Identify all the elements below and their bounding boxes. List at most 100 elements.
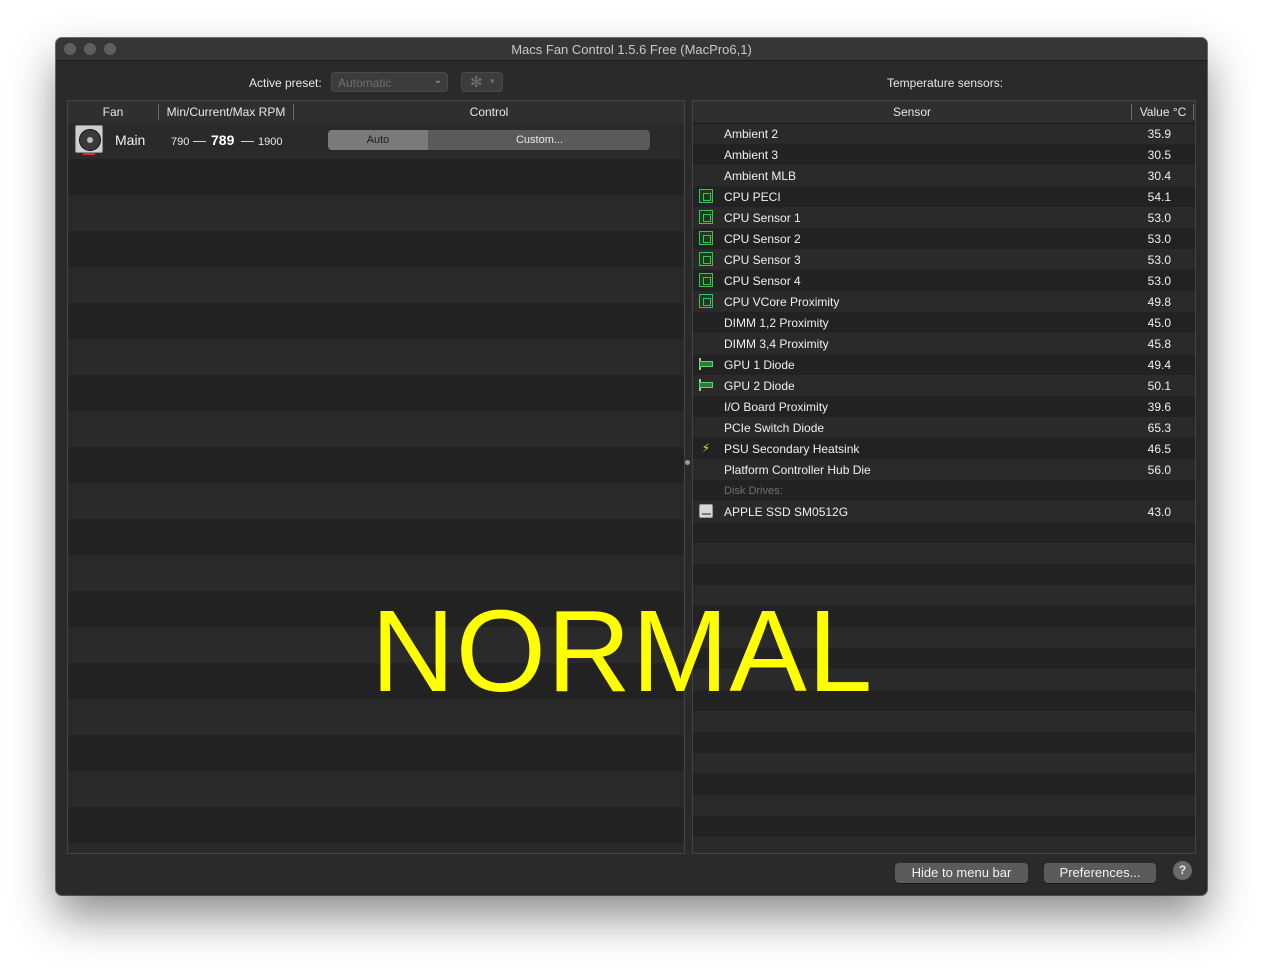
split-view-divider[interactable] bbox=[685, 460, 690, 465]
title-bar[interactable]: Macs Fan Control 1.5.6 Free (MacPro6,1) bbox=[56, 38, 1207, 61]
sensor-row[interactable]: CPU Sensor 1 53.0 bbox=[693, 207, 1195, 228]
sensor-name: CPU Sensor 1 bbox=[724, 211, 801, 225]
cpu-chip-icon bbox=[699, 210, 713, 224]
fan-control-segmented: Auto Custom... bbox=[328, 130, 650, 150]
sensors-table: Sensor Value °C Ambient 2 35.9 Ambient 3 30… bbox=[692, 100, 1196, 854]
rpm-separator: — bbox=[241, 133, 254, 148]
sensor-value: 65.3 bbox=[1147, 421, 1171, 435]
sensor-name: Ambient 2 bbox=[724, 127, 779, 141]
sensor-name: Ambient MLB bbox=[724, 169, 797, 183]
active-preset-label: Active preset: bbox=[249, 76, 322, 90]
sensor-value: 30.4 bbox=[1147, 169, 1171, 183]
help-button[interactable]: ? bbox=[1173, 861, 1192, 880]
column-header-control[interactable]: Control bbox=[294, 105, 684, 119]
sensor-row[interactable]: ⚡ PSU Secondary Heatsink 46.5 bbox=[693, 438, 1195, 459]
sensor-name: GPU 2 Diode bbox=[724, 379, 795, 393]
sensor-value: 53.0 bbox=[1147, 253, 1171, 267]
sensor-value: 56.0 bbox=[1147, 463, 1171, 477]
sensor-row[interactable]: CPU Sensor 4 53.0 bbox=[693, 270, 1195, 291]
cpu-chip-icon bbox=[699, 231, 713, 245]
sensor-value: 54.1 bbox=[1147, 190, 1171, 204]
sensor-row[interactable]: DIMM 1,2 Proximity 45.0 bbox=[693, 312, 1195, 333]
auto-control-button[interactable]: Auto bbox=[328, 130, 428, 150]
sensors-table-header: Sensor Value °C bbox=[693, 101, 1195, 124]
column-header-value[interactable]: Value °C bbox=[1132, 105, 1194, 119]
cpu-chip-icon bbox=[699, 189, 713, 203]
sensor-value: 35.9 bbox=[1147, 127, 1171, 141]
sensor-value: 46.5 bbox=[1147, 442, 1171, 456]
hide-to-menu-bar-button[interactable]: Hide to menu bar bbox=[895, 863, 1028, 883]
window-title: Macs Fan Control 1.5.6 Free (MacPro6,1) bbox=[511, 42, 752, 57]
sensor-value: 45.0 bbox=[1147, 316, 1171, 330]
sensor-value: 53.0 bbox=[1147, 274, 1171, 288]
sensor-row[interactable]: GPU 1 Diode 49.4 bbox=[693, 354, 1195, 375]
fans-table: Fan Min/Current/Max RPM Control Main 790… bbox=[67, 100, 685, 854]
fan-max-rpm: 1900 bbox=[258, 136, 283, 148]
sensor-row[interactable]: Platform Controller Hub Die 56.0 bbox=[693, 459, 1195, 480]
lightning-icon: ⚡ bbox=[701, 441, 711, 455]
fans-table-body bbox=[68, 123, 684, 853]
chevron-down-icon: ⌄ bbox=[433, 75, 442, 86]
cpu-chip-icon bbox=[699, 294, 713, 308]
app-window: Macs Fan Control 1.5.6 Free (MacPro6,1) … bbox=[56, 38, 1207, 895]
sensor-row[interactable]: PCIe Switch Diode 65.3 bbox=[693, 417, 1195, 438]
preferences-button[interactable]: Preferences... bbox=[1044, 863, 1156, 883]
sensor-name: CPU Sensor 3 bbox=[724, 253, 801, 267]
sensor-value: 49.8 bbox=[1147, 295, 1171, 309]
sensor-row[interactable]: CPU PECI 54.1 bbox=[693, 186, 1195, 207]
gear-icon: ✻ bbox=[470, 74, 483, 91]
rpm-separator: — bbox=[193, 133, 206, 148]
sensor-name: Platform Controller Hub Die bbox=[724, 463, 871, 477]
column-separator bbox=[1193, 104, 1194, 120]
temperature-sensors-label: Temperature sensors: bbox=[887, 76, 1004, 90]
sensor-row[interactable]: CPU Sensor 3 53.0 bbox=[693, 249, 1195, 270]
sensor-row[interactable]: CPU Sensor 2 53.0 bbox=[693, 228, 1195, 249]
sensor-name: DIMM 1,2 Proximity bbox=[724, 316, 829, 330]
column-header-sensor[interactable]: Sensor bbox=[693, 105, 1131, 119]
section-label: Disk Drives: bbox=[724, 485, 783, 497]
custom-control-button[interactable]: Custom... bbox=[429, 130, 650, 150]
preset-settings-button[interactable]: ✻ ▾ bbox=[461, 72, 503, 92]
sensor-name: DIMM 3,4 Proximity bbox=[724, 337, 829, 351]
fan-current-rpm: 789 bbox=[211, 132, 235, 148]
column-header-fan[interactable]: Fan bbox=[68, 105, 158, 119]
sensor-value: 43.0 bbox=[1147, 505, 1171, 519]
sensor-name: PSU Secondary Heatsink bbox=[724, 442, 860, 456]
sensor-value: 53.0 bbox=[1147, 211, 1171, 225]
sensor-row[interactable]: DIMM 3,4 Proximity 45.8 bbox=[693, 333, 1195, 354]
active-preset-value: Automatic bbox=[338, 76, 392, 90]
sensor-value: 53.0 bbox=[1147, 232, 1171, 246]
active-preset-select[interactable]: Automatic ⌄ bbox=[331, 72, 448, 92]
sensor-row[interactable]: CPU VCore Proximity 49.8 bbox=[693, 291, 1195, 312]
sensor-name: I/O Board Proximity bbox=[724, 400, 829, 414]
sensor-row[interactable]: APPLE SSD SM0512G 43.0 bbox=[693, 501, 1195, 522]
fan-min-rpm: 790 bbox=[171, 136, 190, 148]
sensor-row[interactable]: Ambient MLB 30.4 bbox=[693, 165, 1195, 186]
sensor-row[interactable]: GPU 2 Diode 50.1 bbox=[693, 375, 1195, 396]
sensor-name: Ambient 3 bbox=[724, 148, 779, 162]
column-header-rpm[interactable]: Min/Current/Max RPM bbox=[159, 105, 293, 119]
sensor-value: 39.6 bbox=[1147, 400, 1171, 414]
fans-table-header: Fan Min/Current/Max RPM Control bbox=[68, 101, 684, 124]
fan-icon bbox=[75, 125, 103, 155]
sensor-value: 30.5 bbox=[1147, 148, 1171, 162]
sensor-name: CPU PECI bbox=[724, 190, 781, 204]
sensor-value: 49.4 bbox=[1147, 358, 1171, 372]
sensor-value: 50.1 bbox=[1147, 379, 1171, 393]
sensor-row[interactable]: Ambient 3 30.5 bbox=[693, 144, 1195, 165]
gpu-card-icon bbox=[699, 378, 713, 392]
disk-drive-icon bbox=[699, 504, 713, 518]
sensor-value: 45.8 bbox=[1147, 337, 1171, 351]
chevron-down-icon: ▾ bbox=[490, 76, 495, 86]
status-overlay-text: NORMAL bbox=[371, 586, 874, 716]
disk-drives-section-header: Disk Drives: bbox=[693, 480, 1195, 501]
sensor-row[interactable]: Ambient 2 35.9 bbox=[693, 123, 1195, 144]
fan-name: Main bbox=[115, 132, 146, 148]
cpu-chip-icon bbox=[699, 252, 713, 266]
sensor-row[interactable]: I/O Board Proximity 39.6 bbox=[693, 396, 1195, 417]
sensor-name: GPU 1 Diode bbox=[724, 358, 795, 372]
gpu-card-icon bbox=[699, 357, 713, 371]
fan-row-main[interactable]: Main 790 — 789 — 1900 Auto Custom... bbox=[68, 123, 684, 159]
sensor-name: APPLE SSD SM0512G bbox=[724, 505, 849, 519]
sensor-name: CPU Sensor 2 bbox=[724, 232, 801, 246]
